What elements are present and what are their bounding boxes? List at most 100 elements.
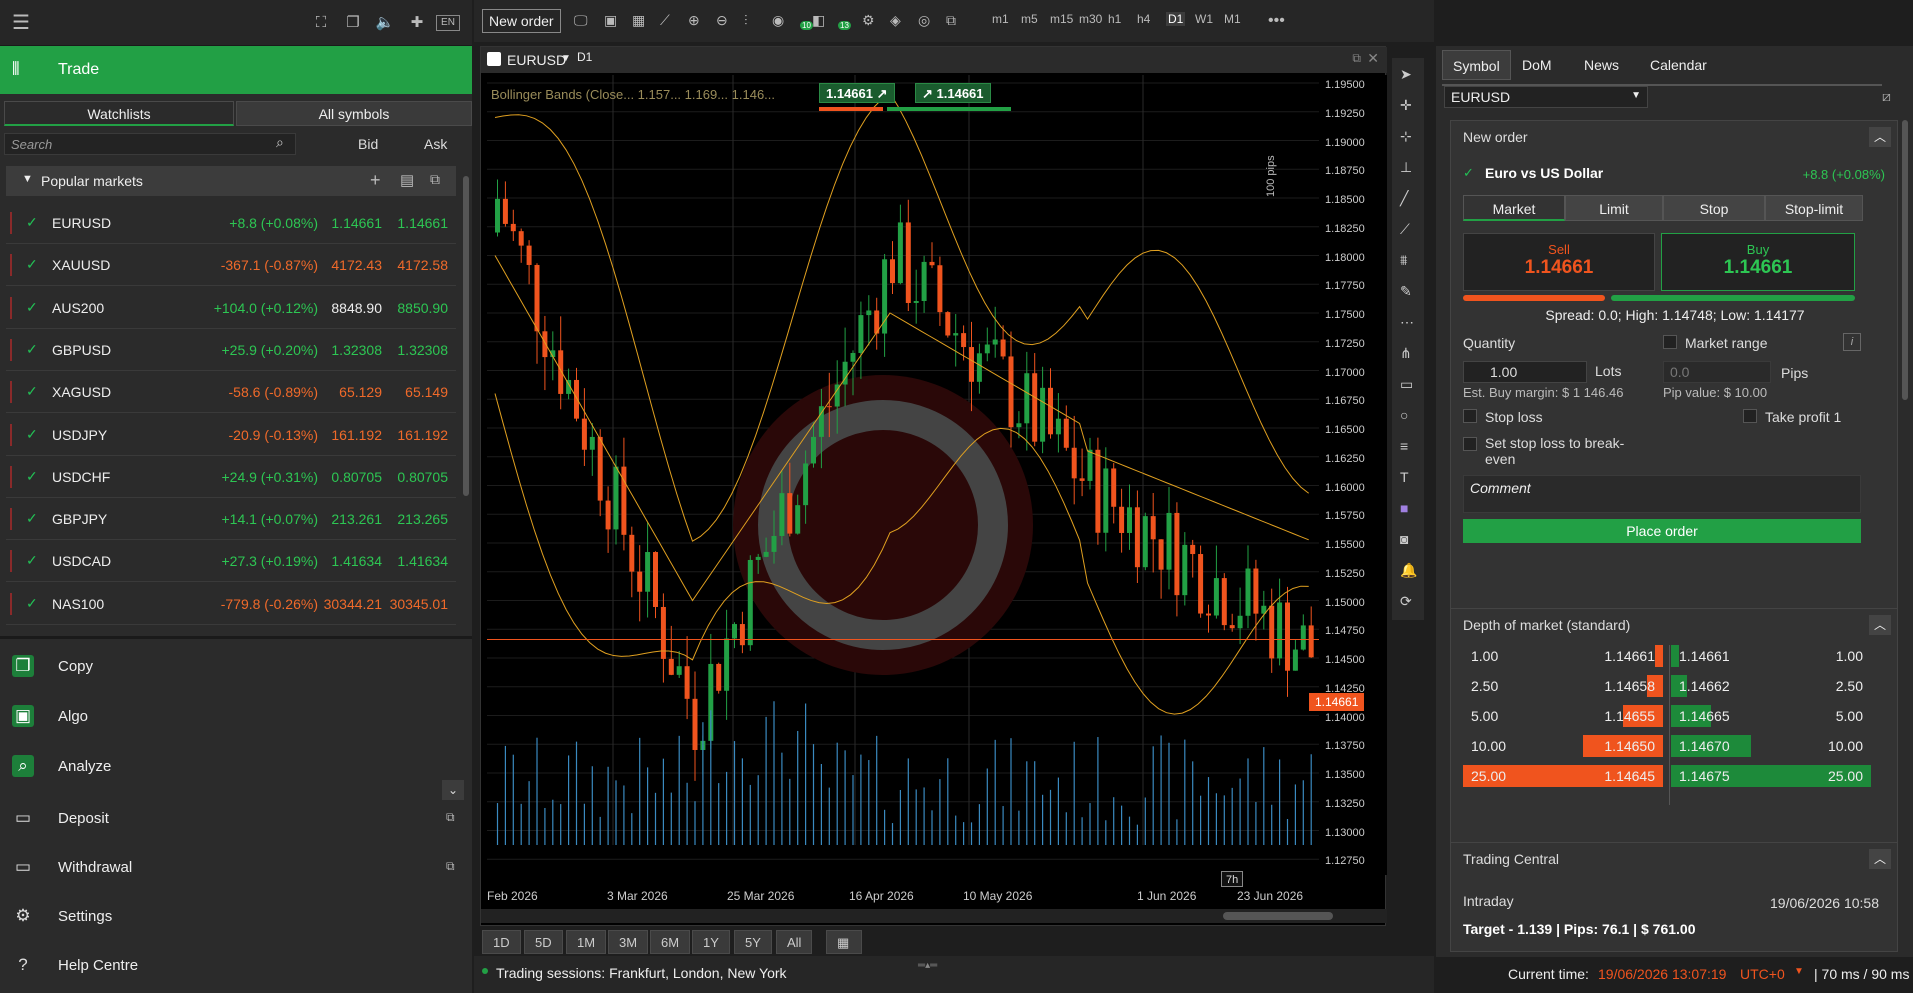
row-bid[interactable]: 65.129 [339,384,382,400]
dom-header[interactable]: Depth of market (standard) ︿ [1451,609,1897,641]
row-ask[interactable]: 65.149 [405,384,448,400]
dom-sell-row[interactable]: 1.00 1.14661 [1463,645,1663,669]
fib-ext-icon[interactable]: ≡ [1400,438,1408,454]
scrollbar-thumb[interactable] [463,176,469,496]
check-icon[interactable]: ✓ [26,595,38,612]
place-order-button[interactable]: Place order [1463,519,1861,543]
row-ask[interactable]: 30345.01 [390,596,448,612]
timeframe-m5[interactable]: m5 [1021,12,1038,26]
chevron-down-icon[interactable]: ⌄ [442,780,464,800]
menu-copy[interactable]: ❐ Copy [0,642,472,692]
candles-icon[interactable]: ⫶ [744,12,748,29]
tab-all-symbols[interactable]: All symbols [236,101,472,126]
scrollbar-thumb[interactable] [1902,120,1908,400]
zoom-out-icon[interactable]: ⊖ [716,12,728,29]
market-row[interactable]: ✓ XAUUSD -367.1 (-0.87%) 4172.43 4172.58 [6,244,456,287]
order-type-stop-limit[interactable]: Stop-limit [1765,195,1863,221]
tc-header[interactable]: Trading Central ︿ [1451,843,1897,875]
sound-icon[interactable]: 🔈 [374,12,396,34]
collapse-icon[interactable]: ︿ [1869,615,1891,635]
search-icon[interactable]: ⌕ [276,134,284,151]
row-bid[interactable]: 1.14661 [331,215,382,231]
plugin-icon[interactable]: ✚ [406,12,428,34]
hamburger-menu-icon[interactable]: ☰ [10,12,32,34]
row-ask[interactable]: 1.41634 [397,553,448,569]
range-6m[interactable]: 6M [650,930,691,954]
timeframe-m30[interactable]: m30 [1079,12,1102,26]
order-type-stop[interactable]: Stop [1663,195,1765,221]
check-icon[interactable]: ✓ [26,214,38,231]
break-even-checkbox[interactable] [1463,437,1477,451]
range-1m[interactable]: 1M [566,930,607,954]
crosshair-icon[interactable]: ⊹ [1400,128,1412,145]
chart-window[interactable]: EURUSD ▼ D1 ⧉ ✕ 1.19500 1.19250 1.19000 1.1… [480,46,1387,926]
text-icon[interactable]: T [1400,469,1409,485]
zoom-in-icon[interactable]: ⊕ [688,12,700,29]
comment-input[interactable]: Comment [1463,475,1861,513]
pitchfork-icon[interactable]: ⋔ [1400,345,1412,362]
row-ask[interactable]: 0.80705 [397,469,448,485]
market-row[interactable]: ✓ EURUSD +8.8 (+0.08%) 1.14661 1.14661 [6,202,456,244]
trade-nav[interactable]: ⫴ Trade [0,46,472,94]
sell-button[interactable]: Sell 1.14661 [1463,233,1655,291]
chart-period[interactable]: D1 [577,50,592,64]
timeframe-m15[interactable]: m15 [1050,12,1073,26]
tab-calendar[interactable]: Calendar [1640,50,1717,80]
dom-sell-row[interactable]: 5.00 1.14655 [1463,705,1663,729]
scrollbar-thumb[interactable] [1223,912,1333,920]
external-link-icon[interactable]: ⧉ [430,171,440,188]
dom-sell-row[interactable]: 10.00 1.14650 [1463,735,1663,759]
dom-buy-row[interactable]: 1.14665 5.00 [1671,705,1871,729]
row-bid[interactable]: 1.41634 [331,553,382,569]
row-bid[interactable]: 30344.21 [324,596,382,612]
right-scrollbar[interactable] [1900,110,1910,950]
symbol-select[interactable]: EURUSD ▼ [1444,86,1648,108]
timeframe-m1[interactable]: m1 [992,12,1009,26]
market-row[interactable]: ✓ USDCAD +27.3 (+0.19%) 1.41634 1.41634 [6,540,456,583]
eye-icon[interactable]: ◎ [918,12,930,29]
range-1d[interactable]: 1D [482,930,521,954]
popular-markets-group[interactable]: ▼ Popular markets + ▤ ⧉ [6,166,456,196]
menu-algo[interactable]: ▣ Algo [0,692,472,742]
chart-settings-icon[interactable]: ⧉ [946,12,956,29]
new-order-header[interactable]: New order ︿ [1451,121,1897,153]
check-icon[interactable]: ✓ [26,256,38,273]
crosshair-icon[interactable]: ✛ [1400,97,1412,114]
dom-buy-row[interactable]: 1.14662 2.50 [1671,675,1871,699]
range-all[interactable]: All [776,930,813,954]
layers-icon[interactable]: ◈ [890,12,901,29]
layout-icon[interactable]: ▣ [604,12,617,29]
check-icon[interactable]: ✓ [26,299,38,316]
menu-withdrawal[interactable]: ▭ Withdrawal ⧉ [0,843,472,893]
range-3m[interactable]: 3M [608,930,649,954]
price-plot[interactable] [487,75,1319,885]
dom-buy-row[interactable]: 1.14670 10.00 [1671,735,1871,759]
row-bid[interactable]: 0.80705 [331,469,382,485]
horizontal-scrollbar[interactable] [481,909,1387,923]
menu-analyze[interactable]: ⌕ Analyze [0,742,472,792]
color-icon[interactable]: ■ [1400,500,1408,516]
collapse-icon[interactable]: ︿ [1869,849,1891,869]
buy-button[interactable]: Buy 1.14661 [1661,233,1855,291]
check-icon[interactable]: ✓ [26,426,38,443]
row-ask[interactable]: 161.192 [397,427,448,443]
market-row[interactable]: ✓ XAGUSD -58.6 (-0.89%) 65.129 65.149 [6,371,456,414]
market-row[interactable]: ✓ GBPUSD +25.9 (+0.20%) 1.32308 1.32308 [6,329,456,371]
quick-sell-button[interactable]: 1.14661 ↗ [819,83,895,103]
check-icon[interactable]: ✓ [26,510,38,527]
cursor-icon[interactable]: ➤ [1400,66,1412,83]
close-icon[interactable]: ✕ [1367,50,1379,67]
timezone[interactable]: UTC+0 [1740,966,1785,982]
timeframe-h4[interactable]: h4 [1137,12,1150,26]
row-bid[interactable]: 8848.90 [331,300,382,316]
alerts-icon[interactable]: ◉ [772,12,784,29]
caret-down-icon[interactable]: ▼ [561,53,571,64]
price-axis[interactable]: 1.19500 1.19250 1.19000 1.18750 1.18500 1.182… [1319,75,1387,875]
more-icon[interactable]: ••• [1268,12,1285,30]
fullscreen-icon[interactable]: ⛶ [310,12,332,34]
take-profit-checkbox[interactable] [1743,409,1757,423]
stop-loss-checkbox[interactable] [1463,409,1477,423]
pips-input[interactable]: 0.0 [1663,361,1771,383]
timeframe-h1[interactable]: h1 [1108,12,1121,26]
check-icon[interactable]: ✓ [26,468,38,485]
